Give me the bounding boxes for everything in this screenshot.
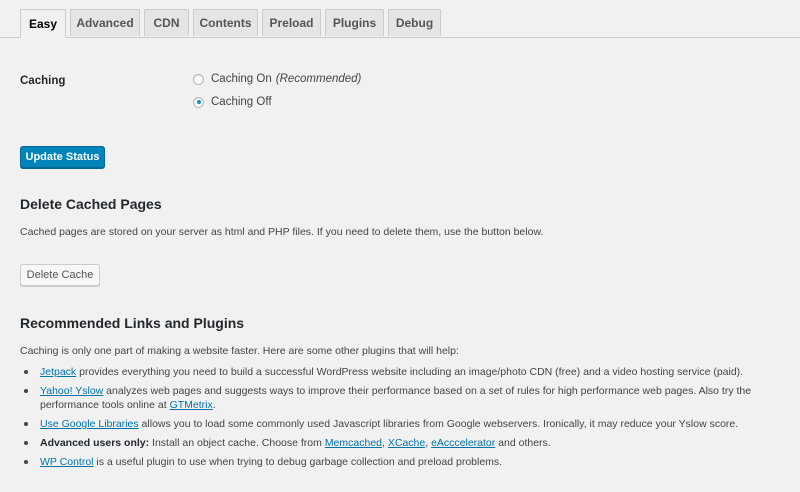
list-item-object-cache: Advanced users only: Install an object c… — [20, 436, 790, 450]
list-item-wp-control: WP Control is a useful plugin to use whe… — [20, 455, 790, 469]
tab-contents[interactable]: Contents — [193, 9, 258, 36]
jetpack-link[interactable]: Jetpack — [40, 366, 76, 378]
caching-off-option[interactable]: Caching Off — [193, 96, 272, 108]
caching-off-label: Caching Off — [211, 96, 272, 108]
jetpack-text: provides everything you need to build a … — [76, 366, 744, 378]
wp-control-link[interactable]: WP Control — [40, 456, 94, 468]
recommended-links-list: Jetpack provides everything you need to … — [20, 365, 790, 474]
yslow-text: analyzes web pages and suggests ways to … — [40, 385, 752, 411]
recommended-note: (Recommended) — [275, 73, 362, 85]
tab-debug[interactable]: Debug — [388, 9, 441, 36]
xcache-link[interactable]: XCache — [388, 437, 425, 449]
delete-cached-pages-heading: Delete Cached Pages — [20, 196, 162, 212]
list-item-google-libraries: Use Google Libraries allows you to load … — [20, 417, 790, 431]
settings-tabs: Easy Advanced CDN Contents Preload Plugi… — [0, 0, 800, 38]
gtmetrix-link[interactable]: GTMetrix — [170, 399, 213, 411]
eaccelerator-link[interactable]: eAcccelerator — [431, 437, 495, 449]
tab-plugins[interactable]: Plugins — [325, 9, 384, 36]
tab-easy[interactable]: Easy — [20, 9, 66, 38]
google-libraries-text: allows you to load some commonly used Ja… — [138, 418, 739, 430]
caching-on-option[interactable]: Caching On (Recommended) — [193, 73, 361, 85]
caching-on-label: Caching On — [211, 73, 272, 85]
tab-advanced[interactable]: Advanced — [70, 9, 140, 36]
memcached-link[interactable]: Memcached — [325, 437, 382, 449]
delete-cache-button[interactable]: Delete Cache — [20, 264, 100, 286]
recommended-links-heading: Recommended Links and Plugins — [20, 315, 245, 331]
tab-preload[interactable]: Preload — [262, 9, 321, 36]
advanced-users-label: Advanced users only: — [40, 437, 150, 449]
google-libraries-link[interactable]: Use Google Libraries — [40, 418, 139, 430]
caching-off-radio[interactable] — [193, 96, 204, 108]
object-cache-text: Install an object cache. Choose from — [149, 437, 325, 449]
list-item-yslow: Yahoo! Yslow analyzes web pages and sugg… — [20, 384, 790, 412]
delete-cached-description: Cached pages are stored on your server a… — [20, 226, 544, 238]
yslow-link[interactable]: Yahoo! Yslow — [40, 385, 103, 397]
update-status-button[interactable]: Update Status — [20, 146, 105, 168]
list-item-jetpack: Jetpack provides everything you need to … — [20, 365, 790, 379]
caching-on-radio[interactable] — [193, 73, 204, 85]
wp-control-text: is a useful plugin to use when trying to… — [93, 456, 503, 468]
object-cache-text-end: and others. — [495, 437, 551, 449]
yslow-text-end: . — [212, 399, 216, 411]
caching-label: Caching — [20, 75, 66, 87]
recommended-intro: Caching is only one part of making a web… — [20, 345, 459, 357]
tab-cdn[interactable]: CDN — [144, 9, 189, 36]
